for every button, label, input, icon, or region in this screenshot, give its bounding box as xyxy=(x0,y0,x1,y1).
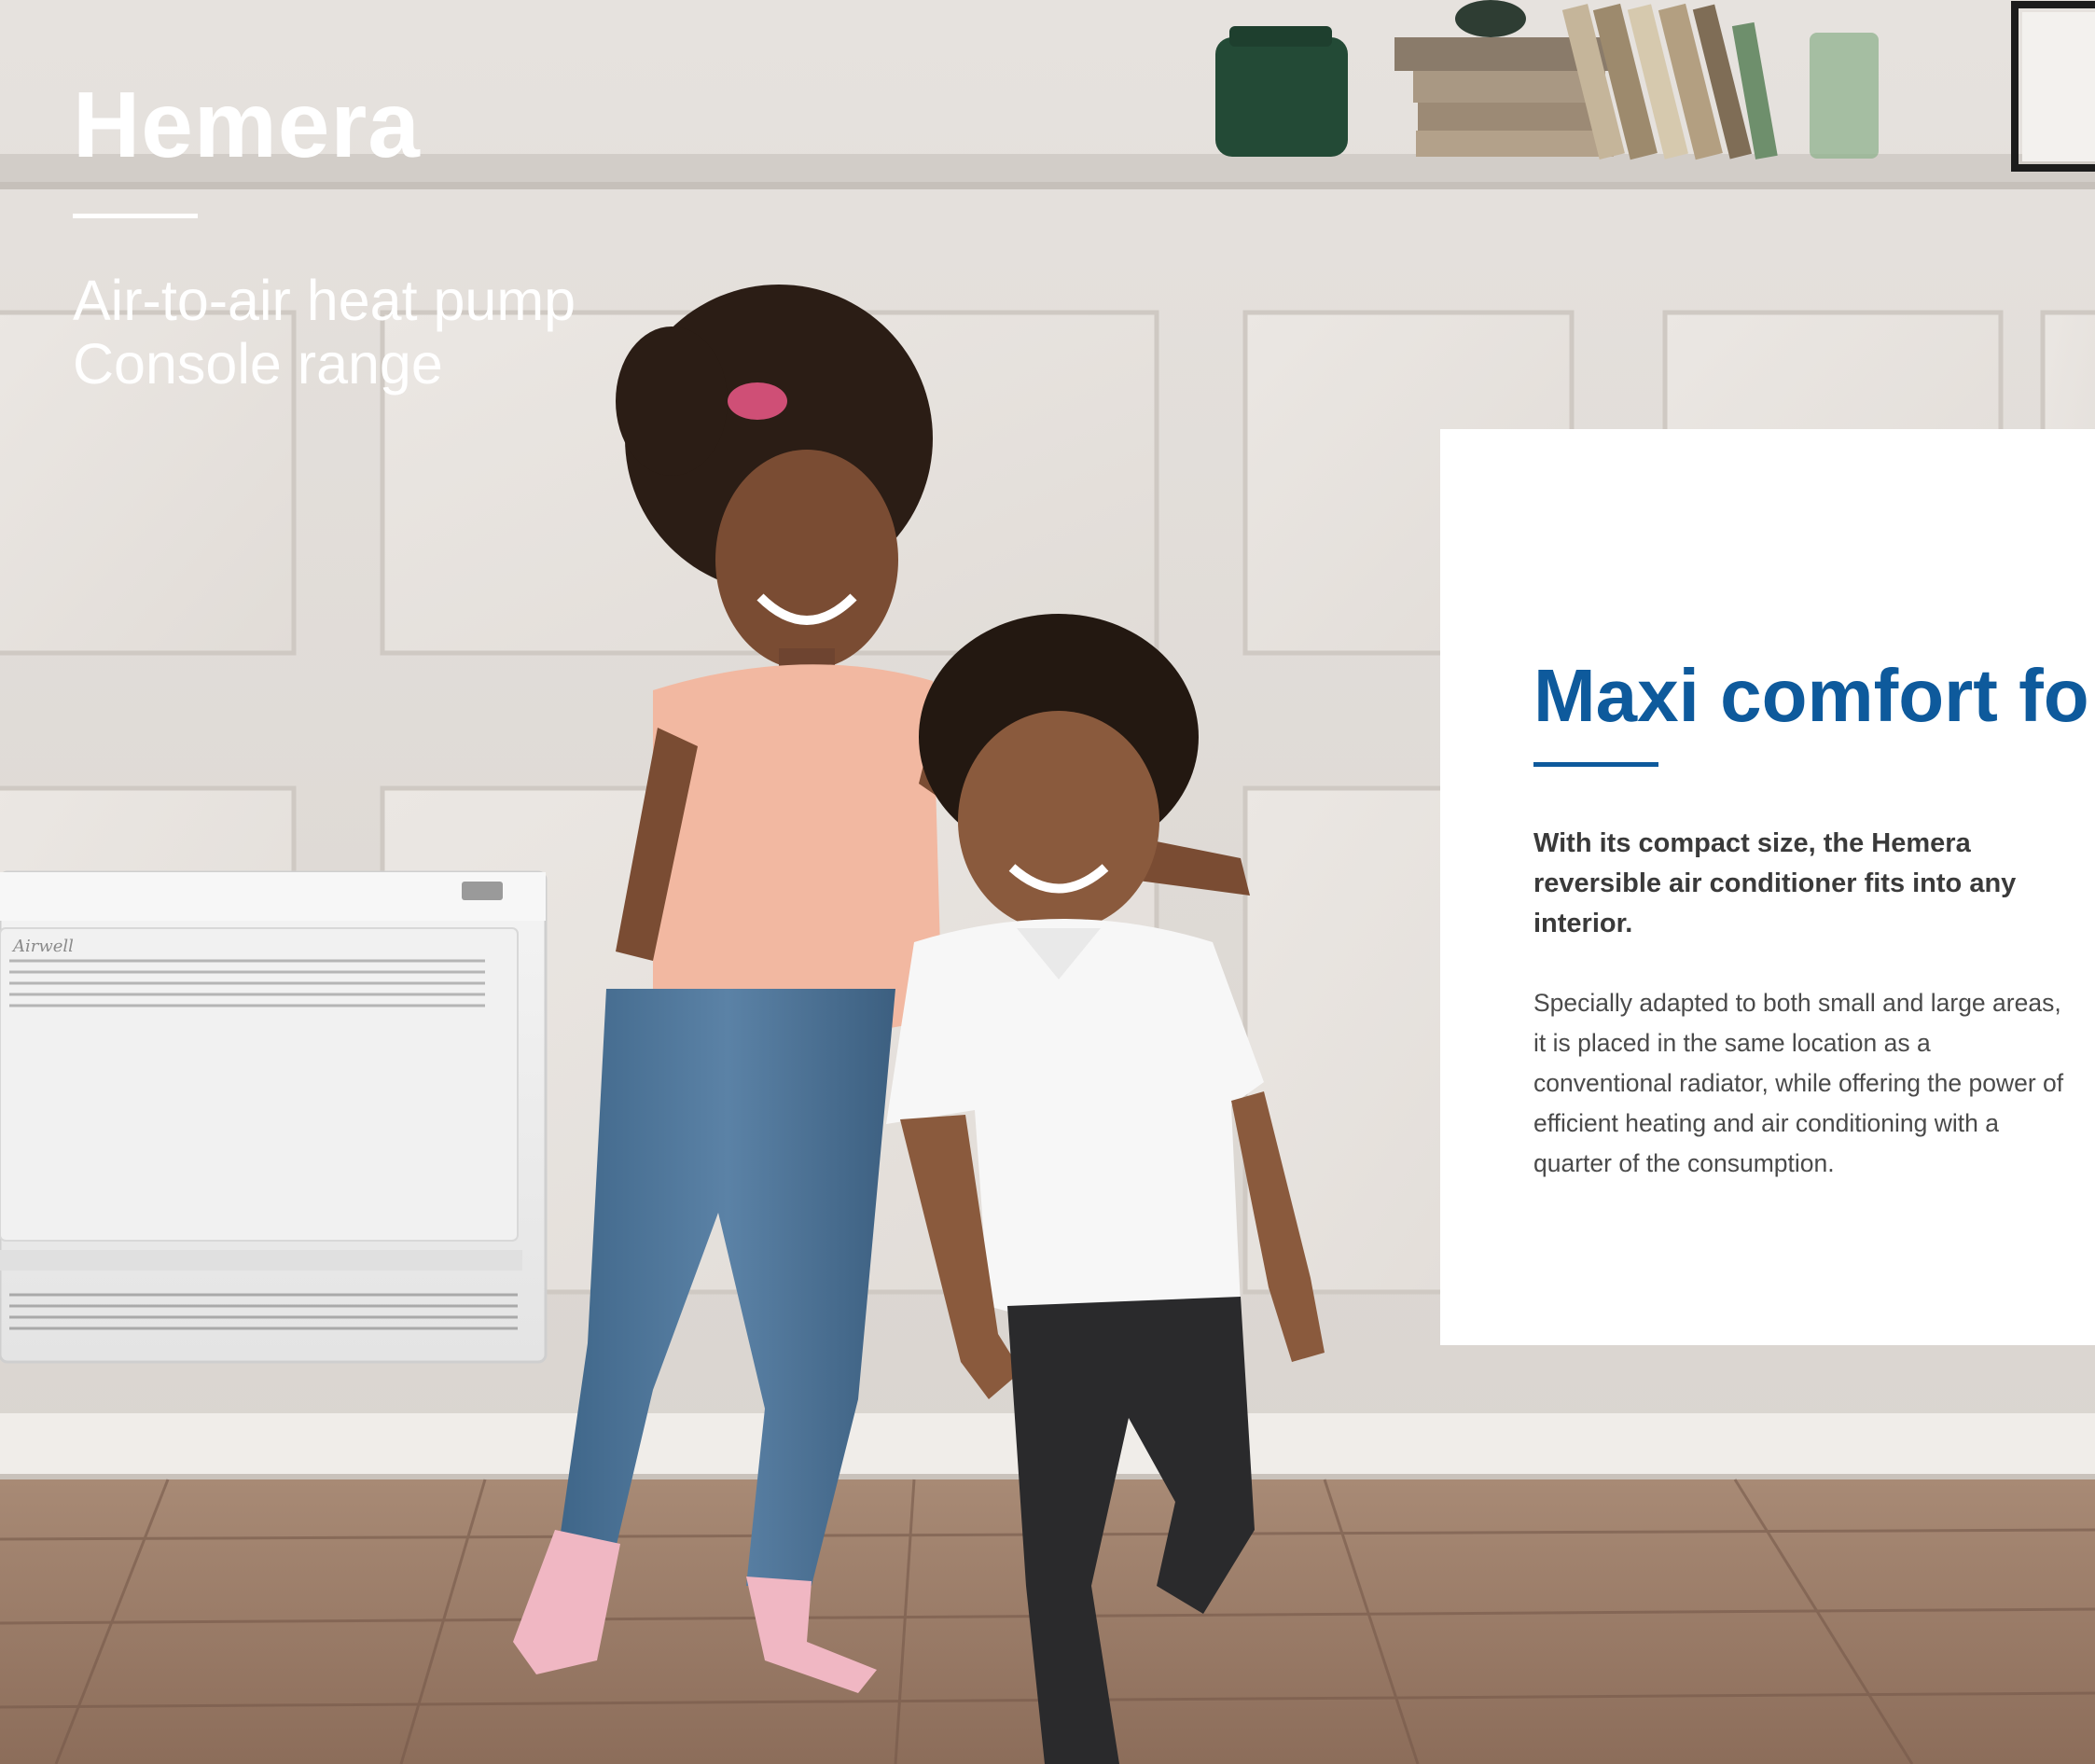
shelf-glass xyxy=(1810,33,1879,159)
panel-body-text: Specially adapted to both small and larg… xyxy=(1533,989,2064,1177)
info-panel: Maxi comfort fo With its compact size, t… xyxy=(1440,429,2095,1345)
shelf-vase xyxy=(1215,26,1348,157)
title-underline xyxy=(73,214,198,218)
product-subtitle: Air-to-air heat pump Console range xyxy=(73,269,576,396)
unit-brand-logo: Airwell xyxy=(11,937,74,956)
panel-lead-text: With its compact size, the Hemera revers… xyxy=(1533,828,2017,938)
product-title: Hemera xyxy=(73,73,421,177)
subtitle-line-1: Air-to-air heat pump xyxy=(73,269,576,332)
panel-heading: Maxi comfort fo xyxy=(1533,654,2089,737)
panel-heading-underline xyxy=(1533,762,1658,767)
brochure-page: Airwell Hemera Air-to-air heat pump Cons… xyxy=(0,0,2095,1764)
unit-display xyxy=(462,882,503,900)
heat-pump-console-unit: Airwell xyxy=(0,870,548,1364)
wall-frame xyxy=(2011,1,2095,172)
subtitle-line-2: Console range xyxy=(73,332,443,396)
shelf-bowl xyxy=(1455,0,1526,37)
